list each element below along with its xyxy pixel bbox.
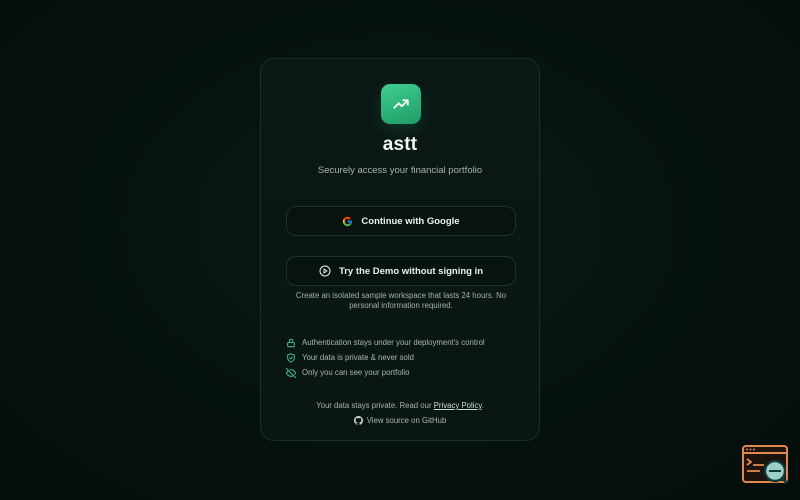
- login-card: astt Securely access your financial port…: [260, 58, 540, 441]
- feature-item: Authentication stays under your deployme…: [286, 335, 518, 350]
- terminal-search-icon: [742, 445, 789, 485]
- feature-item: Only you can see your portfolio: [286, 365, 518, 380]
- trending-up-icon: [393, 99, 409, 109]
- demo-note: Create an isolated sample workspace that…: [295, 291, 507, 310]
- privacy-suffix: .: [481, 401, 484, 410]
- github-label: View source on GitHub: [366, 416, 447, 425]
- try-demo-button[interactable]: Try the Demo without signing in: [286, 256, 516, 286]
- shield-check-icon: [287, 352, 295, 363]
- feature-list: Authentication stays under your deployme…: [286, 335, 518, 380]
- app-name: astt: [382, 134, 418, 155]
- app-logo: [381, 84, 421, 124]
- github-link[interactable]: View source on GitHub: [261, 416, 539, 425]
- feature-text: Only you can see your portfolio: [302, 368, 410, 377]
- feature-text: Authentication stays under your deployme…: [302, 338, 485, 347]
- privacy-notice: Your data stays private. Read our Privac…: [261, 401, 539, 410]
- continue-with-google-button[interactable]: Continue with Google: [286, 206, 516, 236]
- continue-with-google-label: Continue with Google: [361, 215, 460, 227]
- play-circle-icon: [319, 265, 331, 277]
- eye-off-icon: [286, 367, 296, 378]
- google-icon: [343, 216, 353, 226]
- devtools-widget-button[interactable]: [742, 445, 790, 485]
- privacy-policy-link[interactable]: Privacy Policy: [434, 401, 482, 410]
- lock-icon: [287, 338, 295, 347]
- app-tagline: Securely access your financial portfolio: [317, 165, 483, 176]
- privacy-prefix: Your data stays private. Read our: [316, 401, 432, 410]
- try-demo-label: Try the Demo without signing in: [338, 265, 484, 277]
- feature-item: Your data is private & never sold: [286, 350, 518, 365]
- login-page: astt Securely access your financial port…: [0, 0, 800, 500]
- feature-text: Your data is private & never sold: [302, 353, 414, 362]
- github-icon: [353, 416, 363, 425]
